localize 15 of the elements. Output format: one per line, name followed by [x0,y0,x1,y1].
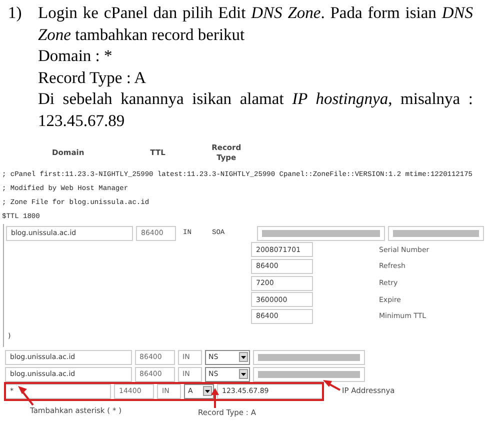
dropdown-icon [240,370,248,378]
redacted-field[interactable] [253,350,365,365]
arrow [211,388,219,408]
list-number: 1) [8,2,23,24]
arrow [323,380,340,390]
instruction-text: Domain : * [38,45,114,67]
arrow [18,386,34,406]
redacted-field[interactable] [253,366,365,382]
dropdown-icon [240,354,248,361]
redacted-field[interactable] [388,226,484,241]
dropdown-icon [204,388,211,395]
instruction-text: Login ke cPanel dan pilih Edit DNS Zone. Pada form isian DNS Zone tambahkan record berikut [38,2,473,46]
instruction-text: Di sebelah kanannya isikan alamat IP hostingnya, misalnya : 123.45.67.89 [38,88,473,132]
instruction-text: Record Type : A [38,66,148,88]
redacted-field[interactable] [257,226,385,241]
